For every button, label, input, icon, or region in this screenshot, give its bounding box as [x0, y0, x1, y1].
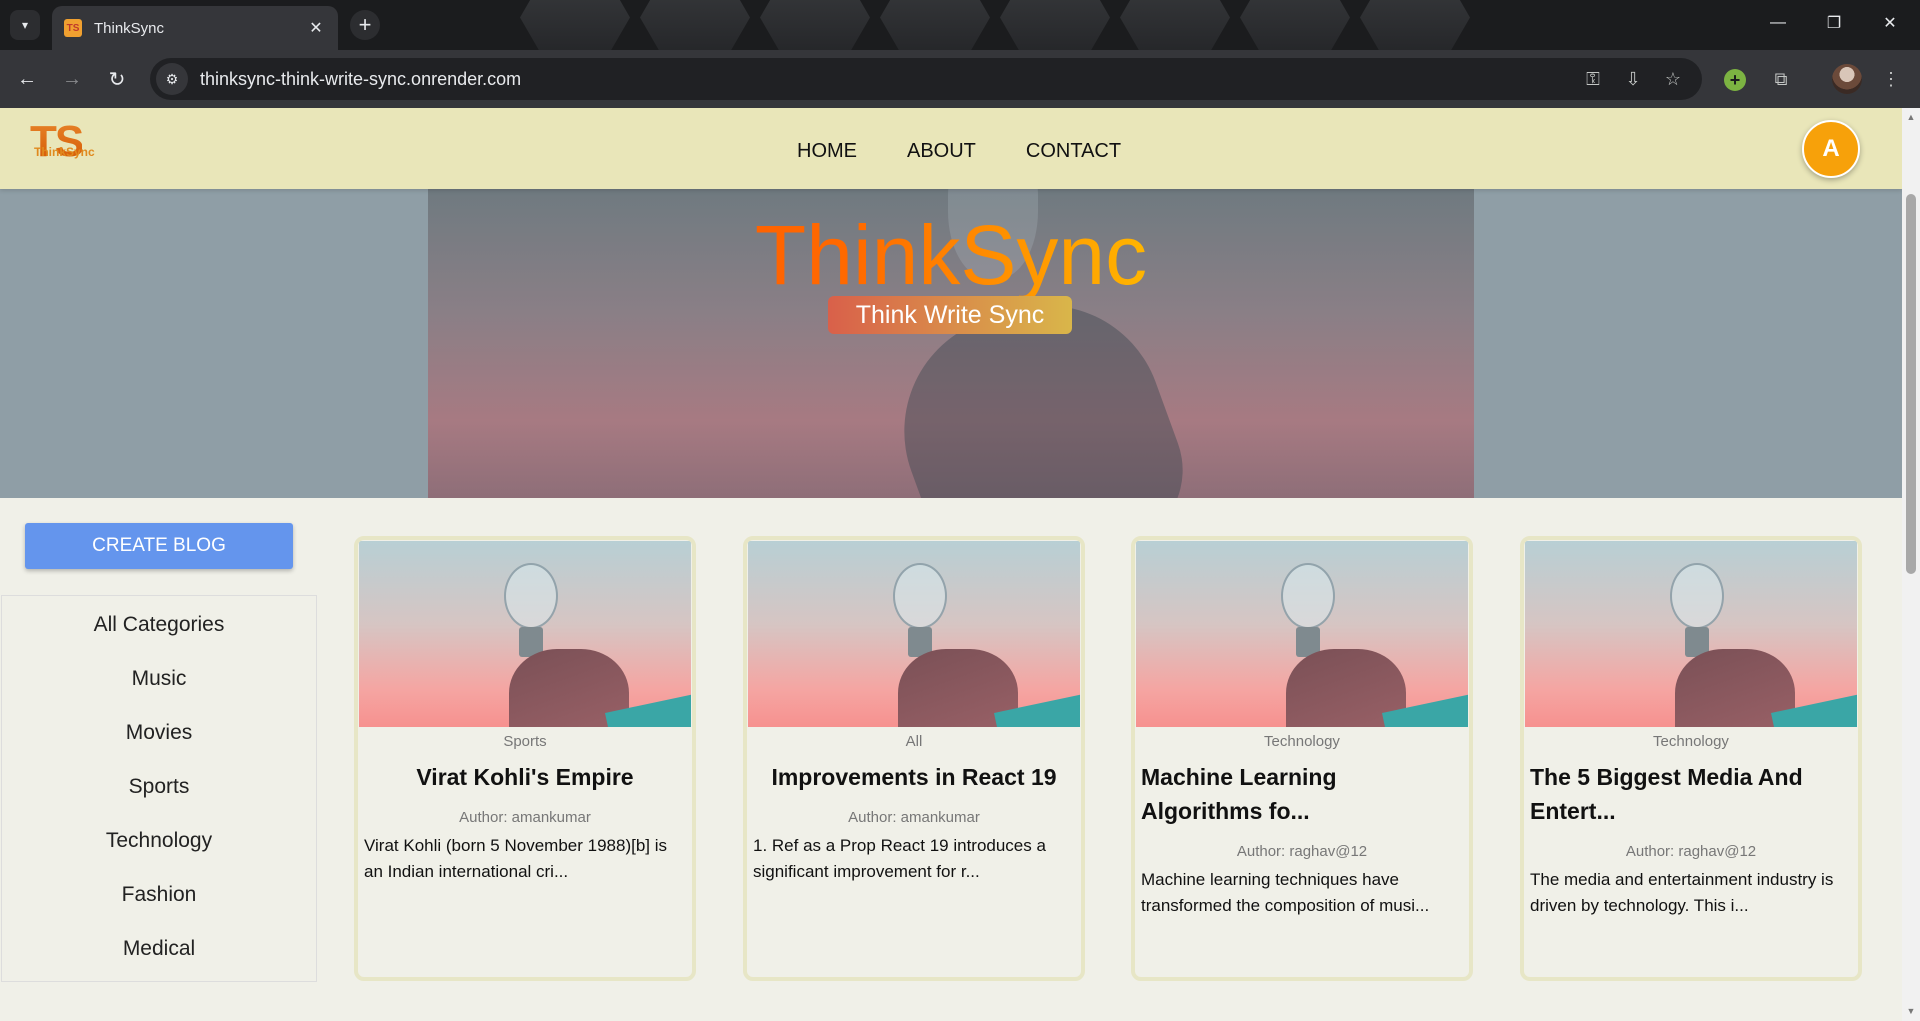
close-window-button[interactable]: ✕: [1868, 8, 1912, 38]
url-text[interactable]: thinksync-think-write-sync.onrender.com: [200, 69, 521, 90]
post-author: Author: amankumar: [848, 809, 980, 826]
more-menu-icon[interactable]: ⋮: [1876, 64, 1906, 94]
back-button[interactable]: ←: [12, 64, 42, 94]
post-category: All: [905, 733, 923, 750]
scrollbar-thumb[interactable]: [1906, 194, 1916, 574]
post-category: Sports: [503, 733, 547, 750]
user-avatar-button[interactable]: A: [1802, 120, 1860, 178]
reload-button[interactable]: ↻: [102, 64, 132, 94]
reload-icon: ↻: [108, 68, 126, 91]
extensions-puzzle-icon[interactable]: ⧉: [1766, 64, 1796, 94]
arrow-right-icon: →: [62, 67, 82, 90]
forward-button[interactable]: →: [57, 64, 87, 94]
post-card[interactable]: Technology The 5 Biggest Media And Enter…: [1520, 536, 1862, 981]
hero-title: ThinkSync: [0, 207, 1902, 304]
close-icon[interactable]: ✕: [306, 18, 326, 38]
address-bar[interactable]: ⚙ thinksync-think-write-sync.onrender.co…: [150, 58, 1702, 100]
page-viewport: TS ThinkSync HOME ABOUT CONTACT A ThinkS…: [0, 108, 1902, 1021]
password-key-icon[interactable]: ⚿: [1578, 64, 1608, 94]
post-card[interactable]: Sports Virat Kohli's Empire Author: aman…: [354, 536, 696, 981]
browser-tab[interactable]: TS ThinkSync ✕: [52, 6, 338, 50]
scroll-down-icon[interactable]: ▼: [1906, 1006, 1916, 1016]
category-music[interactable]: Music: [2, 652, 316, 706]
restore-button[interactable]: ❐: [1812, 8, 1856, 38]
bookmark-star-icon[interactable]: ☆: [1658, 64, 1688, 94]
nav-contact-link[interactable]: CONTACT: [1026, 140, 1121, 163]
background-decoration: [520, 0, 630, 50]
site-logo[interactable]: TS ThinkSync: [30, 117, 95, 175]
post-card[interactable]: Technology Machine Learning Algorithms f…: [1131, 536, 1473, 981]
category-sports[interactable]: Sports: [2, 760, 316, 814]
post-title: Machine Learning Algorithms fo...: [1141, 764, 1337, 824]
post-thumbnail: [1525, 541, 1857, 727]
new-tab-button[interactable]: +: [350, 10, 380, 40]
post-category: Technology: [1653, 733, 1729, 750]
background-decoration: [1000, 0, 1110, 50]
post-card[interactable]: All Improvements in React 19 Author: ama…: [743, 536, 1085, 981]
post-thumbnail: [359, 541, 691, 727]
post-thumbnail: [1136, 541, 1468, 727]
post-thumbnail: [748, 541, 1080, 727]
post-excerpt: Machine learning techniques have transfo…: [1141, 870, 1430, 915]
hero-tagline: Think Write Sync: [828, 296, 1072, 334]
post-excerpt: The media and entertainment industry is …: [1530, 870, 1834, 915]
category-all[interactable]: All Categories: [2, 598, 316, 652]
extension-icon[interactable]: +: [1724, 69, 1746, 91]
minimize-icon: —: [1770, 14, 1786, 31]
site-info-icon[interactable]: ⚙: [156, 63, 188, 95]
post-author: Author: raghav@12: [1625, 843, 1757, 860]
hero-banner: ThinkSync Think Write Sync: [0, 189, 1902, 498]
nav-about-link[interactable]: ABOUT: [907, 140, 976, 163]
post-category: Technology: [1264, 733, 1340, 750]
tab-search-button[interactable]: ▾: [10, 10, 40, 40]
post-author: Author: amankumar: [459, 809, 591, 826]
site-favicon-icon: TS: [64, 19, 82, 37]
browser-profile-avatar[interactable]: [1832, 64, 1862, 94]
close-icon: ✕: [1883, 15, 1897, 32]
post-excerpt: Virat Kohli (born 5 November 1988)[b] is…: [364, 836, 668, 881]
category-medical[interactable]: Medical: [2, 922, 316, 976]
post-title: The 5 Biggest Media And Entert...: [1530, 764, 1803, 824]
background-decoration: [1240, 0, 1350, 50]
category-list: All Categories Music Movies Sports Techn…: [1, 595, 317, 982]
post-excerpt: 1. Ref as a Prop React 19 introduces a s…: [753, 836, 1046, 881]
tab-title: ThinkSync: [94, 19, 165, 37]
background-decoration: [1120, 0, 1230, 50]
logo-wordmark: ThinkSync: [34, 145, 95, 159]
chevron-down-icon: ▾: [21, 18, 29, 32]
background-decoration: [880, 0, 990, 50]
create-blog-button[interactable]: CREATE BLOG: [25, 523, 293, 569]
nav-home-link[interactable]: HOME: [797, 140, 857, 163]
scroll-up-icon[interactable]: ▲: [1906, 112, 1916, 122]
category-movies[interactable]: Movies: [2, 706, 316, 760]
post-title: Virat Kohli's Empire: [416, 764, 634, 790]
post-author: Author: raghav@12: [1236, 843, 1368, 860]
category-fashion[interactable]: Fashion: [2, 868, 316, 922]
post-title: Improvements in React 19: [771, 764, 1057, 790]
site-header: TS ThinkSync HOME ABOUT CONTACT A: [0, 108, 1902, 189]
logo-mark: TS: [30, 117, 84, 166]
category-technology[interactable]: Technology: [2, 814, 316, 868]
minimize-button[interactable]: —: [1756, 8, 1800, 38]
background-decoration: [640, 0, 750, 50]
background-decoration: [1360, 0, 1470, 50]
main-nav: HOME ABOUT CONTACT: [797, 140, 1121, 163]
install-app-icon[interactable]: ⇩: [1618, 64, 1648, 94]
arrow-left-icon: ←: [17, 67, 37, 90]
restore-icon: ❐: [1826, 15, 1842, 32]
page-scrollbar[interactable]: ▲ ▼: [1902, 108, 1920, 1021]
background-decoration: [760, 0, 870, 50]
plus-icon: +: [358, 12, 372, 37]
